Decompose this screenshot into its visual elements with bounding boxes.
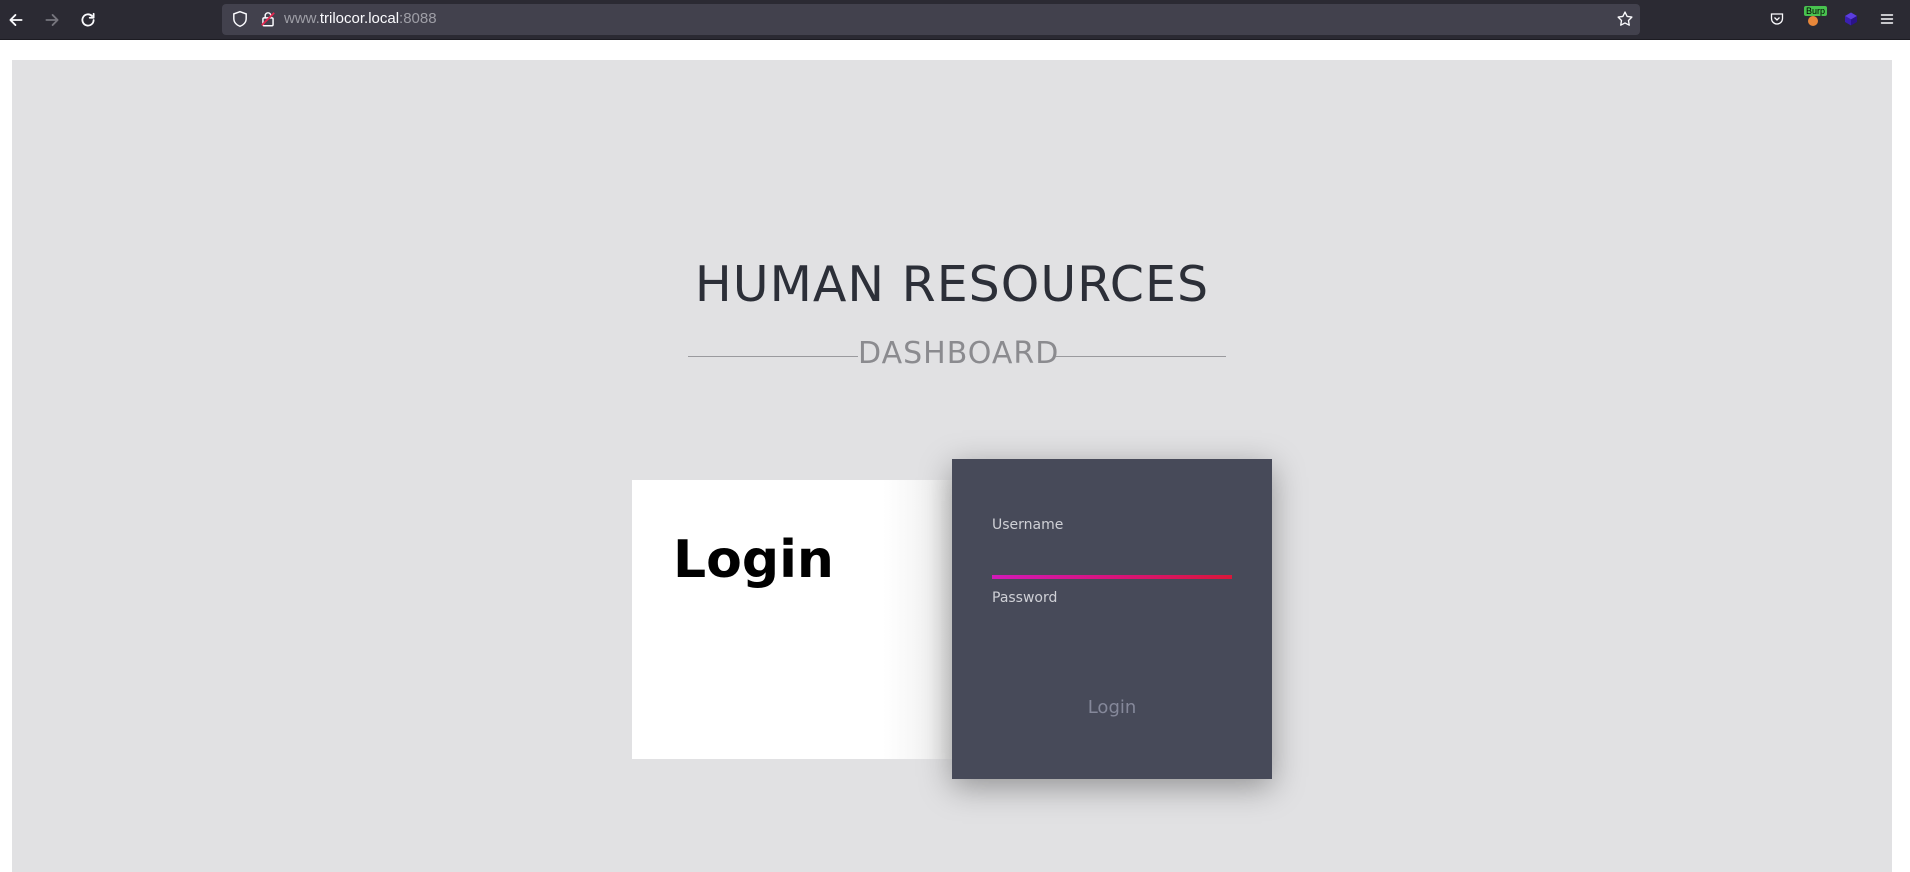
url-prefix: www.: [284, 10, 320, 27]
url-text[interactable]: www.trilocor.local:8088: [284, 10, 437, 27]
login-heading: Login: [673, 530, 834, 590]
burp-extension-icon[interactable]: Burp: [1802, 6, 1828, 30]
page-title: HUMAN RESOURCES: [694, 256, 1210, 313]
username-focus-underline: [992, 575, 1232, 579]
login-form: Username Password Login: [952, 459, 1272, 779]
page-viewport: HUMAN RESOURCES DASHBOARD Login Username…: [0, 40, 1910, 872]
subtitle-divider-left: [688, 356, 858, 357]
pocket-icon[interactable]: [1766, 8, 1788, 30]
menu-hamburger-icon[interactable]: [1876, 8, 1898, 30]
login-info-card: Login: [632, 480, 954, 759]
address-bar[interactable]: www.trilocor.local:8088: [222, 4, 1640, 35]
back-icon[interactable]: [3, 7, 29, 33]
url-port: :8088: [399, 10, 437, 27]
password-label: Password: [992, 590, 1058, 606]
username-label: Username: [992, 517, 1064, 533]
subtitle-row: DASHBOARD: [678, 336, 1238, 376]
forward-icon[interactable]: [39, 7, 65, 33]
username-input[interactable]: [992, 545, 1232, 573]
extension-cube-icon[interactable]: [1840, 8, 1862, 30]
burp-badge: Burp: [1804, 6, 1828, 16]
page-subtitle: DASHBOARD: [858, 336, 1060, 371]
subtitle-divider-right: [1056, 356, 1226, 357]
browser-toolbar: www.trilocor.local:8088 Burp: [0, 0, 1910, 40]
reload-icon[interactable]: [75, 7, 101, 33]
login-button[interactable]: Login: [992, 687, 1232, 727]
tracking-protection-shield-icon[interactable]: [231, 10, 249, 28]
password-input[interactable]: [992, 617, 1232, 645]
page-background: HUMAN RESOURCES DASHBOARD Login Username…: [12, 60, 1892, 872]
insecure-lock-icon[interactable]: [259, 10, 277, 28]
bookmark-star-icon[interactable]: [1616, 10, 1634, 28]
url-host: trilocor.local: [319, 10, 400, 27]
